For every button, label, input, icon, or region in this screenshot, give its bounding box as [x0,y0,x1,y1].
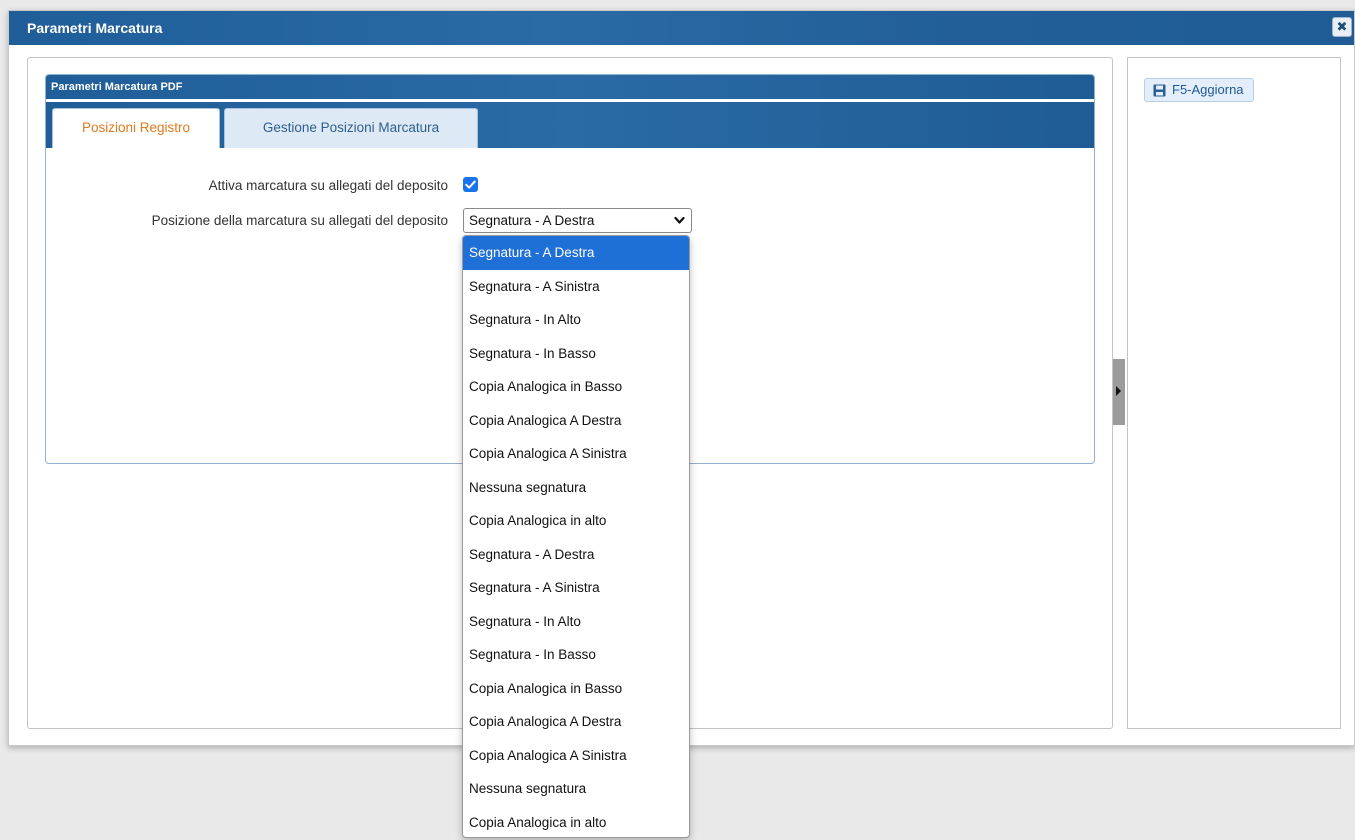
dropdown-option[interactable]: Copia Analogica A Sinistra [463,739,689,773]
fieldset-title: Parametri Marcatura PDF [46,75,1094,99]
dropdown-option[interactable]: Segnatura - In Alto [463,605,689,639]
close-button[interactable]: ✖ [1332,17,1352,37]
position-select-value: Segnatura - A Destra [469,213,595,228]
dialog-titlebar: Parametri Marcatura ✖ [9,11,1354,45]
refresh-label: F5-Aggiorna [1172,82,1244,97]
dropdown-option[interactable]: Nessuna segnatura [463,471,689,505]
panel-splitter[interactable] [1113,359,1125,425]
side-panel: F5-Aggiorna [1127,57,1341,729]
chevron-down-icon [674,216,685,224]
dropdown-option[interactable]: Copia Analogica in alto [463,504,689,538]
dropdown-option[interactable]: Copia Analogica in Basso [463,370,689,404]
dropdown-option[interactable]: Segnatura - A Destra [463,236,689,270]
dialog-title: Parametri Marcatura [27,20,163,36]
dropdown-option[interactable]: Copia Analogica in Basso [463,672,689,706]
activate-row: Attiva marcatura su allegati del deposit… [46,173,1094,197]
position-select[interactable]: Segnatura - A Destra [463,208,692,233]
position-dropdown-list: Segnatura - A Destra Segnatura - A Sinist… [462,235,690,838]
activate-checkbox[interactable] [463,177,478,192]
dropdown-option[interactable]: Nessuna segnatura [463,772,689,806]
refresh-button[interactable]: F5-Aggiorna [1144,78,1254,102]
dropdown-option[interactable]: Segnatura - In Basso [463,337,689,371]
dropdown-option[interactable]: Segnatura - A Sinistra [463,571,689,605]
dropdown-option[interactable]: Segnatura - In Basso [463,638,689,672]
tab-posizioni-registro[interactable]: Posizioni Registro [52,108,220,148]
tab-gestione-posizioni-marcatura[interactable]: Gestione Posizioni Marcatura [224,108,478,148]
activate-label: Attiva marcatura su allegati del deposit… [208,177,448,193]
dropdown-option[interactable]: Segnatura - A Sinistra [463,270,689,304]
position-label: Posizione della marcatura su allegati de… [151,212,448,228]
save-icon [1153,84,1166,96]
dropdown-option[interactable]: Copia Analogica A Destra [463,404,689,438]
tab-bar: Posizioni Registro Gestione Posizioni Ma… [46,102,1094,148]
check-icon [465,180,476,189]
position-row: Posizione della marcatura su allegati de… [46,208,1094,233]
dropdown-option[interactable]: Copia Analogica in alto [463,806,689,838]
dropdown-option[interactable]: Segnatura - A Destra [463,538,689,572]
dropdown-option[interactable]: Segnatura - In Alto [463,303,689,337]
close-icon: ✖ [1336,19,1348,34]
dropdown-option[interactable]: Copia Analogica A Sinistra [463,437,689,471]
dropdown-option[interactable]: Copia Analogica A Destra [463,705,689,739]
splitter-arrow-icon [1116,386,1121,396]
